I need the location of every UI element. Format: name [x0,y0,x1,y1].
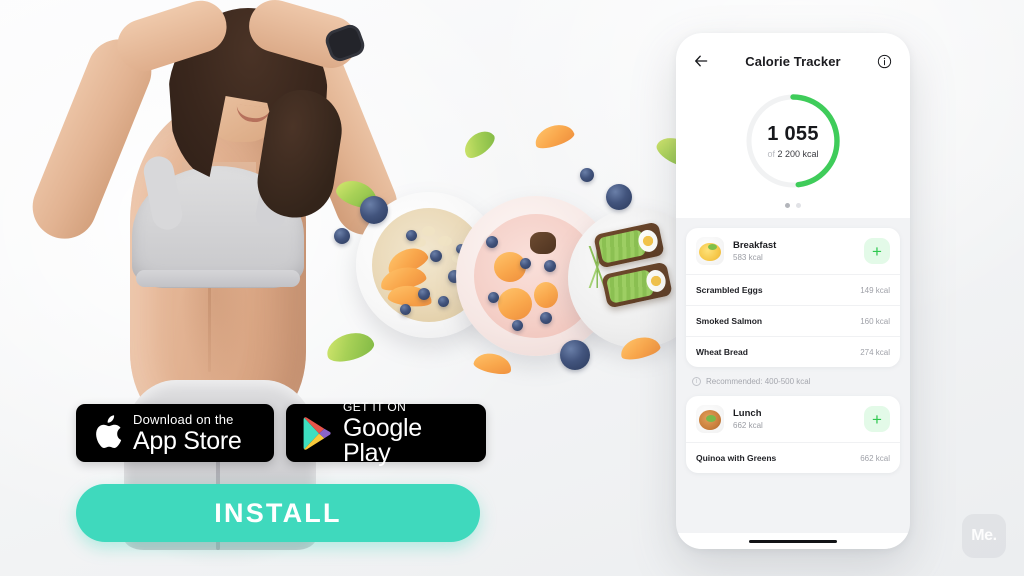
phone-bottom [676,533,910,549]
pager-dot-1[interactable] [785,203,790,208]
food-kcal: 662 kcal [860,453,890,463]
food-name: Wheat Bread [696,347,748,357]
calorie-progress-ring: 1 055 of 2 200 kcal [743,91,843,191]
apple-icon [92,415,122,451]
carousel-pagination [690,203,896,208]
meal-kcal: 583 kcal [733,253,763,262]
peach-slice-1 [531,120,577,152]
info-icon[interactable] [874,50,896,72]
brand-watermark: Me. [962,514,1006,558]
pager-dot-2[interactable] [796,203,801,208]
meal-header[interactable]: Lunch 662 kcal + [686,396,900,443]
add-food-button[interactable]: + [864,406,890,432]
blueberry-float-4 [606,184,632,210]
blueberry-float-2 [360,196,388,224]
recommended-text: Recommended: 400-500 kcal [706,377,811,386]
meal-card-breakfast: Breakfast 583 kcal + Scrambled Eggs 149 … [686,228,900,367]
app-store-small-label: Download on the [133,411,234,427]
google-play-small-label: GET IT ON [343,399,407,414]
app-store-big-label: App Store [133,426,242,455]
food-row[interactable]: Smoked Salmon 160 kcal [686,306,900,337]
calorie-summary-card: Calorie Tracker 1 055 of 2 200 kcal [676,33,910,218]
food-name: Smoked Salmon [696,316,763,326]
meal-header[interactable]: Breakfast 583 kcal + [686,228,900,275]
promo-banner: Download on the App Store GET IT ON Goog… [0,0,1024,576]
add-food-button[interactable]: + [864,238,890,264]
food-collage [323,120,708,400]
food-row[interactable]: Quinoa with Greens 662 kcal [686,443,900,473]
meal-list: Breakfast 583 kcal + Scrambled Eggs 149 … [676,218,910,533]
blueberry-float-1 [334,228,350,244]
model-bra-band [136,270,300,287]
calorie-goal: 2 200 kcal [777,149,819,159]
meal-name: Lunch [733,408,762,419]
food-row[interactable]: Scrambled Eggs 149 kcal [686,275,900,306]
info-icon: i [692,377,701,386]
app-store-button[interactable]: Download on the App Store [76,404,274,462]
calorie-ring-wrap: 1 055 of 2 200 kcal [690,91,896,191]
store-badges: Download on the App Store GET IT ON Goog… [76,399,486,465]
phone-mockup: Calorie Tracker 1 055 of 2 200 kcal Brea… [676,33,910,549]
google-play-big-label: Google Play [343,413,422,467]
meal-name: Breakfast [733,240,777,251]
quinoa-thumb [696,405,724,433]
recommended-note: i Recommended: 400-500 kcal [686,367,900,396]
blueberry-float-5 [560,340,590,370]
google-play-icon [302,416,332,450]
food-kcal: 274 kcal [860,347,890,357]
install-button[interactable]: INSTALL [76,484,480,542]
google-play-button[interactable]: GET IT ON Google Play [286,399,486,465]
calorie-goal-line: of 2 200 kcal [767,149,818,159]
food-kcal: 160 kcal [860,316,890,326]
calories-consumed: 1 055 [767,123,819,145]
app-header: Calorie Tracker [690,33,896,89]
arrow-left-icon[interactable] [690,50,712,72]
home-indicator[interactable] [749,540,837,543]
scrambled-eggs-thumb [696,237,724,265]
page-title: Calorie Tracker [745,53,841,69]
goal-prefix: of [767,149,775,159]
meal-card-lunch: Lunch 662 kcal + Quinoa with Greens 662 … [686,396,900,473]
peach-slice-2 [472,350,514,377]
food-row[interactable]: Wheat Bread 274 kcal [686,337,900,367]
meal-title-block: Lunch 662 kcal [733,408,763,430]
meal-title-block: Breakfast 583 kcal [733,240,776,262]
food-name: Scrambled Eggs [696,285,763,295]
blueberry-float-3 [580,168,594,182]
food-name: Quinoa with Greens [696,453,777,463]
food-kcal: 149 kcal [860,285,890,295]
meal-kcal: 662 kcal [733,421,763,430]
